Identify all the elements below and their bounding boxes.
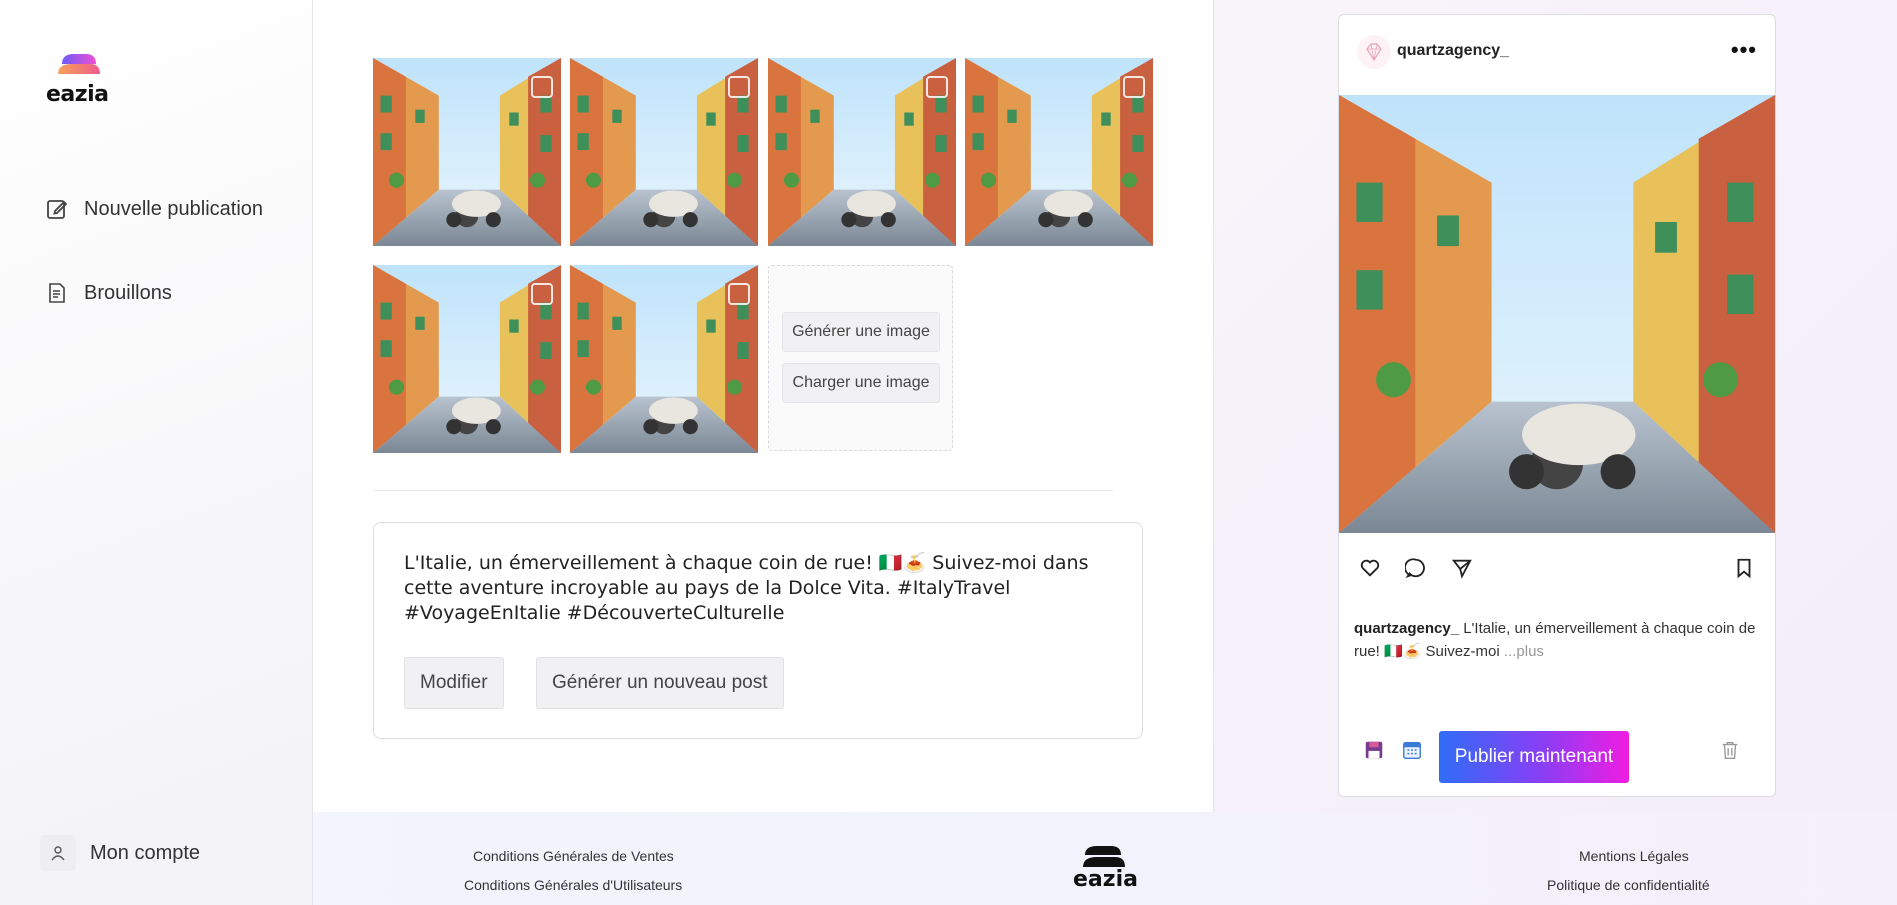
preview-actions <box>1339 555 1775 587</box>
account-label: Mon compte <box>90 841 201 864</box>
gallery-image[interactable] <box>768 58 956 246</box>
select-checkbox[interactable] <box>728 76 750 98</box>
bookmark-icon[interactable] <box>1731 555 1757 581</box>
share-icon[interactable] <box>1449 555 1475 581</box>
gallery-image[interactable] <box>570 58 758 246</box>
image-actions-box: Générer une image Charger une image <box>768 265 953 451</box>
preview-caption: quartzagency_ L'Italie, un émerveillemen… <box>1354 617 1764 663</box>
instagram-preview-card: quartzagency_ ••• quartzagency_ L'Italie… <box>1338 14 1776 797</box>
gallery-image[interactable] <box>570 265 758 453</box>
regenerate-post-button[interactable]: Générer un nouveau post <box>536 657 784 709</box>
sidebar-item-brouillons[interactable]: Brouillons <box>44 278 172 308</box>
divider <box>373 490 1113 491</box>
gallery-image[interactable] <box>373 265 561 453</box>
generate-image-button[interactable]: Générer une image <box>782 312 940 352</box>
profile-avatar[interactable] <box>1357 35 1391 69</box>
footer: Conditions Générales de Ventes Condition… <box>313 812 1897 905</box>
sidebar-item-label: Brouillons <box>84 281 172 304</box>
gallery-image[interactable] <box>373 58 561 246</box>
document-icon <box>44 280 70 306</box>
post-card: L'Italie, un émerveillement à chaque coi… <box>373 522 1143 739</box>
select-checkbox[interactable] <box>926 76 948 98</box>
sidebar-item-nouvelle-publication[interactable]: Nouvelle publication <box>44 194 263 224</box>
edit-icon <box>44 196 70 222</box>
save-draft-icon[interactable] <box>1363 739 1385 766</box>
mentions-legales-link[interactable]: Mentions Légales <box>1579 848 1689 864</box>
sidebar-item-label: Nouvelle publication <box>84 197 264 220</box>
footer-logo-text: eazia <box>1073 867 1138 892</box>
calendar-icon[interactable] <box>1401 739 1423 766</box>
diamond-icon <box>1366 43 1382 62</box>
user-icon <box>40 835 76 871</box>
caption-username: quartzagency_ <box>1354 620 1460 637</box>
account-menu[interactable]: Mon compte <box>40 835 200 871</box>
gallery-image[interactable] <box>965 58 1153 246</box>
cgu-link[interactable]: Conditions Générales d'Utilisateurs <box>464 877 682 893</box>
cgv-link[interactable]: Conditions Générales de Ventes <box>473 848 674 864</box>
preview-image[interactable] <box>1339 95 1775 533</box>
comment-icon[interactable] <box>1403 555 1429 581</box>
main-content: Générer une image Charger une image L'It… <box>313 0 1213 812</box>
more-dots-icon[interactable]: ••• <box>1731 37 1757 63</box>
footer-logo[interactable]: eazia <box>1073 845 1143 897</box>
logo-text: eazia <box>46 82 109 107</box>
preview-username[interactable]: quartzagency_ <box>1397 42 1509 60</box>
modify-button[interactable]: Modifier <box>404 657 504 709</box>
caption-more-link[interactable]: ...plus <box>1504 643 1544 660</box>
select-checkbox[interactable] <box>728 283 750 305</box>
select-checkbox[interactable] <box>531 283 553 305</box>
preview-header: quartzagency_ ••• <box>1339 15 1775 95</box>
publish-now-button[interactable]: Publier maintenant <box>1439 731 1629 783</box>
privacy-policy-link[interactable]: Politique de confidentialité <box>1547 877 1710 893</box>
select-checkbox[interactable] <box>531 76 553 98</box>
logo-icon <box>1083 846 1125 867</box>
trash-icon[interactable] <box>1719 739 1741 766</box>
upload-image-button[interactable]: Charger une image <box>782 363 940 403</box>
logo-icon <box>58 54 100 74</box>
app-logo[interactable]: eazia <box>46 52 116 108</box>
select-checkbox[interactable] <box>1123 76 1145 98</box>
heart-icon[interactable] <box>1357 555 1383 581</box>
post-text[interactable]: L'Italie, un émerveillement à chaque coi… <box>404 551 1104 626</box>
preview-toolbar: Publier maintenant <box>1339 715 1775 783</box>
sidebar: eazia Nouvelle publication Brouillons Mo… <box>0 0 313 905</box>
